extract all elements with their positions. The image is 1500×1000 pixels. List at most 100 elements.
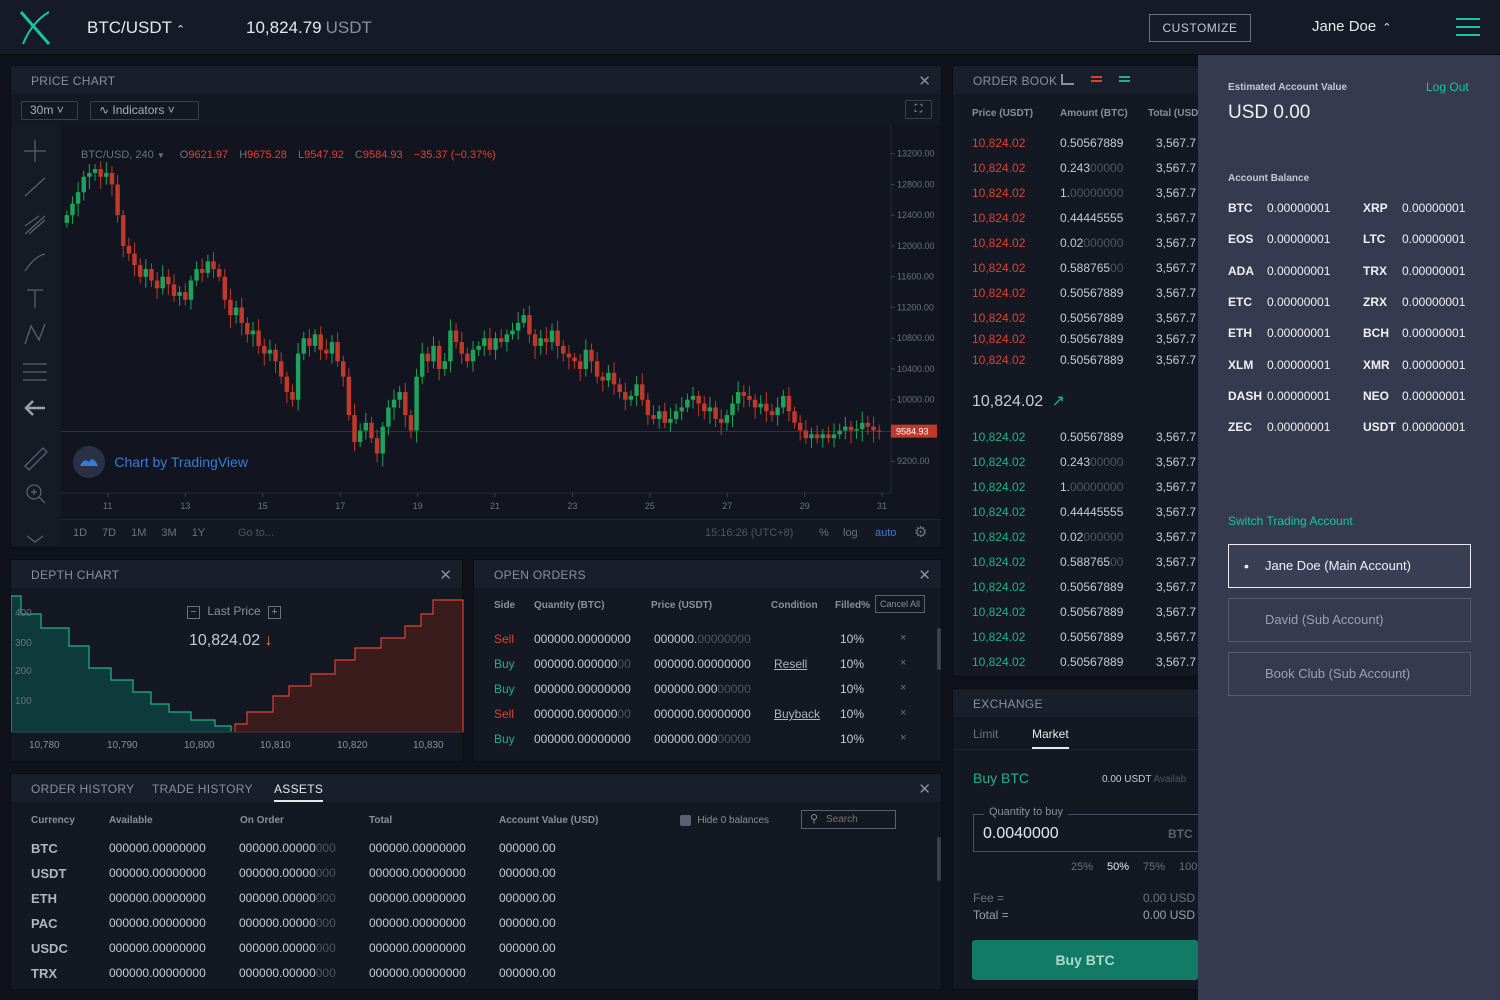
asset-row[interactable]: TRX 000000.00000000 000000.00000000 000000.… xyxy=(11,966,931,982)
candle-body[interactable] xyxy=(713,407,718,419)
candle-body[interactable] xyxy=(301,338,306,354)
candle-body[interactable] xyxy=(487,338,493,350)
open-order-row[interactable]: Buy 000000.00000000 000000.00000000 Resell 1… xyxy=(474,657,934,673)
cancel-order-icon[interactable]: × xyxy=(900,632,906,644)
crosshair-icon[interactable] xyxy=(24,140,46,162)
candle-body[interactable] xyxy=(781,395,786,408)
candle-body[interactable] xyxy=(656,411,662,419)
customize-button[interactable]: CUSTOMIZE xyxy=(1149,14,1251,42)
account-option-main[interactable]: • Jane Doe (Main Account) xyxy=(1228,544,1471,588)
percent-option[interactable]: 50% xyxy=(1107,861,1129,873)
book-view-bids-icon[interactable] xyxy=(1119,76,1130,82)
candle-body[interactable] xyxy=(143,269,149,277)
candle-body[interactable] xyxy=(183,292,188,300)
candle-body[interactable] xyxy=(544,338,549,343)
range-1y[interactable]: 1Y xyxy=(192,527,205,539)
tradingview-watermark[interactable]: Chart by TradingView xyxy=(73,446,248,478)
quantity-field[interactable]: Quantity to buy 0.0040000 BTC xyxy=(973,806,1199,852)
cancel-order-icon[interactable]: × xyxy=(900,657,906,669)
percent-option[interactable]: 100 xyxy=(1179,861,1197,873)
back-arrow-icon[interactable] xyxy=(24,400,45,416)
candle-body[interactable] xyxy=(730,403,735,416)
candle-body[interactable] xyxy=(747,395,752,400)
candle-body[interactable] xyxy=(572,357,577,362)
candle-body[interactable] xyxy=(92,169,98,173)
candle-body[interactable] xyxy=(769,411,775,416)
candle-body[interactable] xyxy=(482,338,487,346)
range-7d[interactable]: 7D xyxy=(102,527,116,539)
candle-body[interactable] xyxy=(617,384,622,393)
candle-body[interactable] xyxy=(104,172,109,177)
candle-body[interactable] xyxy=(764,403,769,412)
candle-body[interactable] xyxy=(408,415,414,431)
candle-body[interactable] xyxy=(318,334,323,350)
order-book-row[interactable]: 10,824.02 0.50567889 3,567.7 xyxy=(953,311,1199,327)
candle-body[interactable] xyxy=(109,172,115,185)
candle-body[interactable] xyxy=(369,422,374,439)
candle-body[interactable] xyxy=(98,169,103,177)
candle-body[interactable] xyxy=(820,434,825,439)
candle-body[interactable] xyxy=(532,334,538,346)
candle-body[interactable] xyxy=(775,407,780,416)
candle-body[interactable] xyxy=(307,338,312,346)
candle-body[interactable] xyxy=(538,338,543,346)
plus-box-icon[interactable]: + xyxy=(268,606,282,619)
candle-body[interactable] xyxy=(216,269,222,277)
order-condition-link[interactable]: Buyback xyxy=(774,707,820,721)
candle-body[interactable] xyxy=(115,184,120,216)
candle-body[interactable] xyxy=(504,334,510,343)
percent-toggle[interactable]: % xyxy=(819,527,829,539)
candle-body[interactable] xyxy=(346,376,352,416)
close-icon[interactable]: ✕ xyxy=(918,72,931,90)
candle-body[interactable] xyxy=(566,353,572,358)
candle-body[interactable] xyxy=(606,372,611,381)
order-book-row[interactable]: 10,824.02 0.50567889 3,567.7 xyxy=(953,580,1199,596)
asset-row[interactable]: USDT 000000.00000000 000000.00000000 000000… xyxy=(11,866,931,882)
candle-body[interactable] xyxy=(380,426,385,454)
candle-body[interactable] xyxy=(222,276,227,300)
percent-option[interactable]: 75% xyxy=(1143,861,1165,873)
cancel-order-icon[interactable]: × xyxy=(900,707,906,719)
order-book-row[interactable]: 10,824.02 0.50567889 3,567.7 xyxy=(953,353,1199,369)
candle-body[interactable] xyxy=(831,434,837,439)
candle-body[interactable] xyxy=(75,192,81,204)
order-book-row[interactable]: 10,824.02 0.24300000 3,567.7 xyxy=(953,455,1199,471)
order-book-row[interactable]: 10,824.02 0.44445555 3,567.7 xyxy=(953,211,1199,227)
asset-row[interactable]: USDC 000000.00000000 000000.00000000 000000… xyxy=(11,941,931,957)
candle-body[interactable] xyxy=(357,430,363,443)
candle-body[interactable] xyxy=(651,415,656,419)
candle-body[interactable] xyxy=(465,353,470,362)
candle-body[interactable] xyxy=(871,426,876,431)
candle-body[interactable] xyxy=(527,315,532,335)
candle-body[interactable] xyxy=(854,428,859,431)
candle-body[interactable] xyxy=(515,322,521,331)
scrollbar[interactable] xyxy=(937,837,941,881)
pair-selector[interactable]: BTC/USDT ⌃ xyxy=(87,18,185,38)
order-book-row[interactable]: 10,824.02 0.50567889 3,567.7 xyxy=(953,655,1199,671)
candle-body[interactable] xyxy=(239,307,244,323)
account-option-book-club[interactable]: Book Club (Sub Account) xyxy=(1228,652,1471,696)
candle-body[interactable] xyxy=(634,384,639,396)
tab-trade-history[interactable]: TRADE HISTORY xyxy=(152,782,253,796)
candle-body[interactable] xyxy=(860,422,865,429)
candle-body[interactable] xyxy=(335,342,340,362)
hamburger-menu-icon[interactable] xyxy=(1456,16,1480,38)
candle-body[interactable] xyxy=(809,434,814,439)
candle-body[interactable] xyxy=(442,361,448,369)
candle-body[interactable] xyxy=(555,330,560,346)
range-1m[interactable]: 1M xyxy=(131,527,146,539)
candle-body[interactable] xyxy=(312,334,318,346)
measure-lines-icon[interactable] xyxy=(23,363,47,381)
candle-body[interactable] xyxy=(448,330,453,362)
candle-body[interactable] xyxy=(414,376,419,431)
candle-body[interactable] xyxy=(160,276,165,289)
zoom-in-icon[interactable] xyxy=(26,484,46,504)
candle-body[interactable] xyxy=(284,376,290,393)
account-option-david[interactable]: David (Sub Account) xyxy=(1228,598,1471,642)
chevron-down-icon[interactable] xyxy=(26,535,44,543)
candle-body[interactable] xyxy=(233,307,239,316)
candle-body[interactable] xyxy=(673,411,679,419)
cancel-order-icon[interactable]: × xyxy=(900,682,906,694)
pattern-icon[interactable] xyxy=(24,323,46,345)
candle-body[interactable] xyxy=(549,330,555,343)
